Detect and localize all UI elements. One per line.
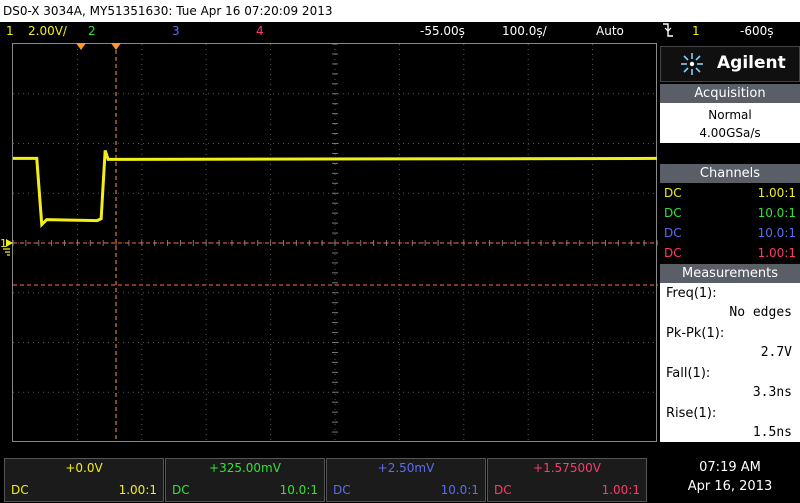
acquisition-panel: Normal 4.00GSa/s <box>660 103 800 143</box>
clock: 07:19 AM Apr 16, 2013 <box>660 456 800 503</box>
acquisition-rate: 4.00GSa/s <box>699 126 761 140</box>
acquisition-mode: Normal <box>708 108 752 122</box>
measurement-label: Rise(1): <box>666 406 717 421</box>
measurement-value: No edges <box>729 305 792 320</box>
trigger-edge-falling-icon <box>662 22 674 43</box>
measurement-value: 3.3ns <box>752 385 792 400</box>
measurements-header[interactable]: Measurements <box>660 264 800 283</box>
ch4-number[interactable]: 4 <box>256 22 264 40</box>
measurement-value: 2.7V <box>760 345 792 360</box>
acquisition-header[interactable]: Acquisition <box>660 84 800 103</box>
measurement-label: Pk-Pk(1): <box>666 326 725 341</box>
ch4-info-box[interactable]: +1.57500V DC 1.00:1 <box>487 458 647 502</box>
brand-name: Agilent <box>717 53 786 73</box>
channels-panel: DC 1.00:1 DC 10.0:1 DC 10.0:1 DC 1.00:1 <box>660 183 800 263</box>
channel-row[interactable]: DC 1.00:1 <box>664 183 796 203</box>
clock-time: 07:19 AM <box>699 460 761 475</box>
ch2-info-box[interactable]: +325.00mV DC 10.0:1 <box>165 458 325 502</box>
time-scale[interactable]: 100.0ș/ <box>502 22 547 40</box>
measurement-label: Freq(1): <box>666 286 717 301</box>
measurements-panel: Freq(1): No edges Pk-Pk(1): 2.7V Fall(1)… <box>660 283 800 442</box>
agilent-spark-icon <box>681 53 703 75</box>
graticule: 1 <box>0 40 658 442</box>
ch1-scale[interactable]: 2.00V/ <box>28 22 67 40</box>
scope-display[interactable]: 1 <box>0 40 658 442</box>
clock-date: Apr 16, 2013 <box>687 479 773 494</box>
measurement-label: Fall(1): <box>666 366 711 381</box>
brand-logo: Agilent <box>660 46 800 82</box>
channel-row[interactable]: DC 10.0:1 <box>664 223 796 243</box>
time-delay[interactable]: -55.00ș <box>420 22 465 40</box>
ch1-number[interactable]: 1 <box>6 22 14 40</box>
trigger-source[interactable]: 1 <box>692 22 700 40</box>
channel-row[interactable]: DC 10.0:1 <box>664 203 796 223</box>
ch2-number[interactable]: 2 <box>88 22 96 40</box>
status-bar: 1 2.00V/ 2 3 4 -55.00ș 100.0ș/ Auto 1 -6… <box>0 22 800 40</box>
side-panel: Agilent Acquisition Normal 4.00GSa/s Cha… <box>660 46 800 442</box>
trigger-level[interactable]: -600ș <box>740 22 774 40</box>
channel-info-bar: +0.0V DC 1.00:1 +325.00mV DC 10.0:1 +2.5… <box>0 456 800 503</box>
ch3-info-box[interactable]: +2.50mV DC 10.0:1 <box>326 458 486 502</box>
channel-row[interactable]: DC 1.00:1 <box>664 243 796 263</box>
ch1-info-box[interactable]: +0.0V DC 1.00:1 <box>4 458 164 502</box>
window-title: DS0-X 3034A, MY51351630: Tue Apr 16 07:2… <box>0 0 800 22</box>
channels-header[interactable]: Channels <box>660 164 800 183</box>
ch3-number[interactable]: 3 <box>172 22 180 40</box>
measurement-value: 1.5ns <box>752 425 792 440</box>
svg-text:1: 1 <box>0 237 7 250</box>
trigger-mode[interactable]: Auto <box>596 22 624 40</box>
